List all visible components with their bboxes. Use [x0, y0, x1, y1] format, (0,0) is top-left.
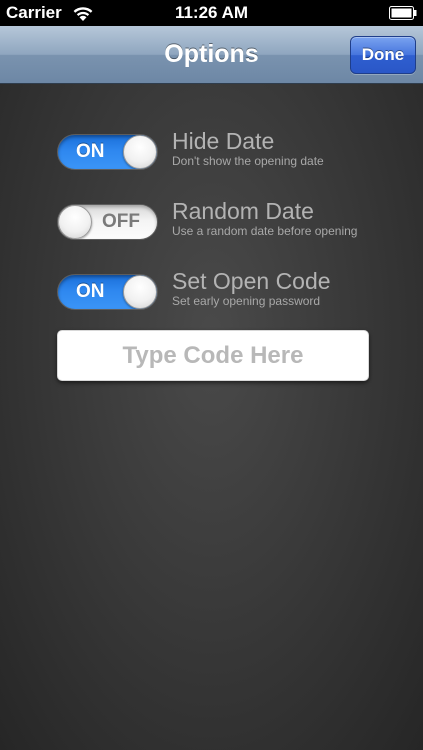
random-date-toggle[interactable]: OFF — [57, 204, 158, 240]
hide-date-toggle[interactable]: ON — [57, 134, 158, 170]
set-open-code-toggle[interactable]: ON — [57, 274, 158, 310]
option-description: Use a random date before opening — [172, 224, 358, 238]
option-random-date: OFF Random Date Use a random date before… — [57, 198, 397, 240]
status-bar: Carrier 11:26 AM — [0, 0, 423, 26]
toggle-state-label: ON — [76, 281, 105, 302]
toggle-knob[interactable] — [58, 205, 92, 239]
option-description: Don't show the opening date — [172, 154, 324, 168]
toggle-knob[interactable] — [123, 135, 157, 169]
option-title: Set Open Code — [172, 268, 331, 294]
options-screen: Carrier 11:26 AM Options Done ON Hide Da… — [0, 0, 423, 750]
battery-icon — [389, 6, 417, 20]
toggle-state-label: OFF — [102, 211, 140, 232]
option-set-open-code: ON Set Open Code Set early opening passw… — [57, 268, 397, 310]
open-code-input[interactable] — [57, 330, 369, 381]
done-button[interactable]: Done — [350, 36, 416, 74]
toggle-knob[interactable] — [123, 275, 157, 309]
toggle-state-label: ON — [76, 141, 105, 162]
option-hide-date: ON Hide Date Don't show the opening date — [57, 128, 397, 170]
option-title: Random Date — [172, 198, 314, 224]
navigation-bar: Options Done — [0, 26, 423, 84]
status-time: 11:26 AM — [174, 3, 249, 22]
option-description: Set early opening password — [172, 294, 321, 308]
option-title: Hide Date — [172, 128, 275, 154]
